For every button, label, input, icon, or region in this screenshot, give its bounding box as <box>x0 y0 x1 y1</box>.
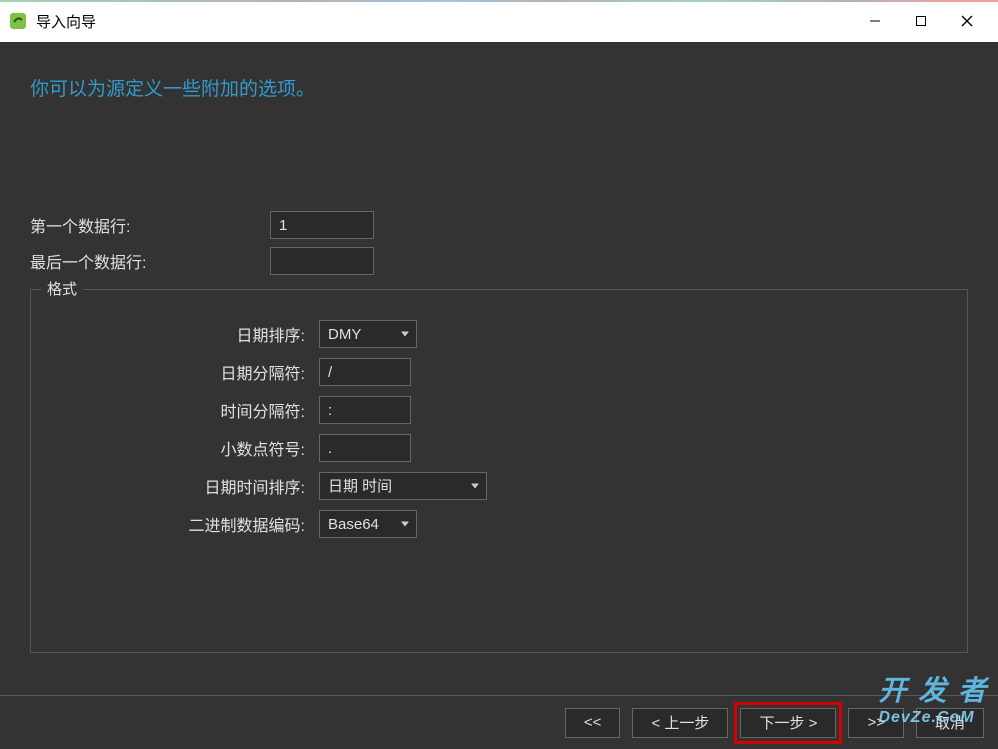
format-fieldset: 格式 日期排序: DMY 日期分隔符: 时间分隔符: 小数点符号: 日期时间排序… <box>30 289 968 653</box>
first-data-row-label: 第一个数据行: <box>30 213 270 237</box>
binary-encoding-label: 二进制数据编码: <box>51 512 319 536</box>
maximize-button[interactable] <box>898 0 944 42</box>
close-button[interactable] <box>944 0 990 42</box>
page-subtitle: 你可以为源定义一些附加的选项。 <box>30 74 968 101</box>
date-order-select[interactable]: DMY <box>319 320 417 348</box>
last-data-row-label: 最后一个数据行: <box>30 249 270 273</box>
decimal-label: 小数点符号: <box>51 436 319 460</box>
first-data-row-input[interactable] <box>270 211 374 239</box>
datetime-order-select[interactable]: 日期 时间 <box>319 472 487 500</box>
datetime-order-label: 日期时间排序: <box>51 474 319 498</box>
binary-encoding-select[interactable]: Base64 <box>319 510 417 538</box>
prev-button[interactable]: < 上一步 <box>632 708 728 738</box>
format-legend: 格式 <box>41 278 83 299</box>
time-sep-input[interactable] <box>319 396 411 424</box>
date-order-label: 日期排序: <box>51 322 319 346</box>
date-sep-input[interactable] <box>319 358 411 386</box>
time-sep-label: 时间分隔符: <box>51 398 319 422</box>
decimal-input[interactable] <box>319 434 411 462</box>
window-title: 导入向导 <box>36 11 852 32</box>
last-page-button[interactable]: >> <box>848 708 904 738</box>
first-page-button[interactable]: << <box>565 708 621 738</box>
app-icon <box>8 11 28 31</box>
last-data-row-input[interactable] <box>270 247 374 275</box>
cancel-button[interactable]: 取消 <box>916 708 984 738</box>
date-sep-label: 日期分隔符: <box>51 360 319 384</box>
titlebar: 导入向导 <box>0 0 998 42</box>
next-button[interactable]: 下一步 > <box>740 708 836 738</box>
footer-bar: << < 上一步 下一步 > >> 取消 <box>0 695 998 749</box>
minimize-button[interactable] <box>852 0 898 42</box>
